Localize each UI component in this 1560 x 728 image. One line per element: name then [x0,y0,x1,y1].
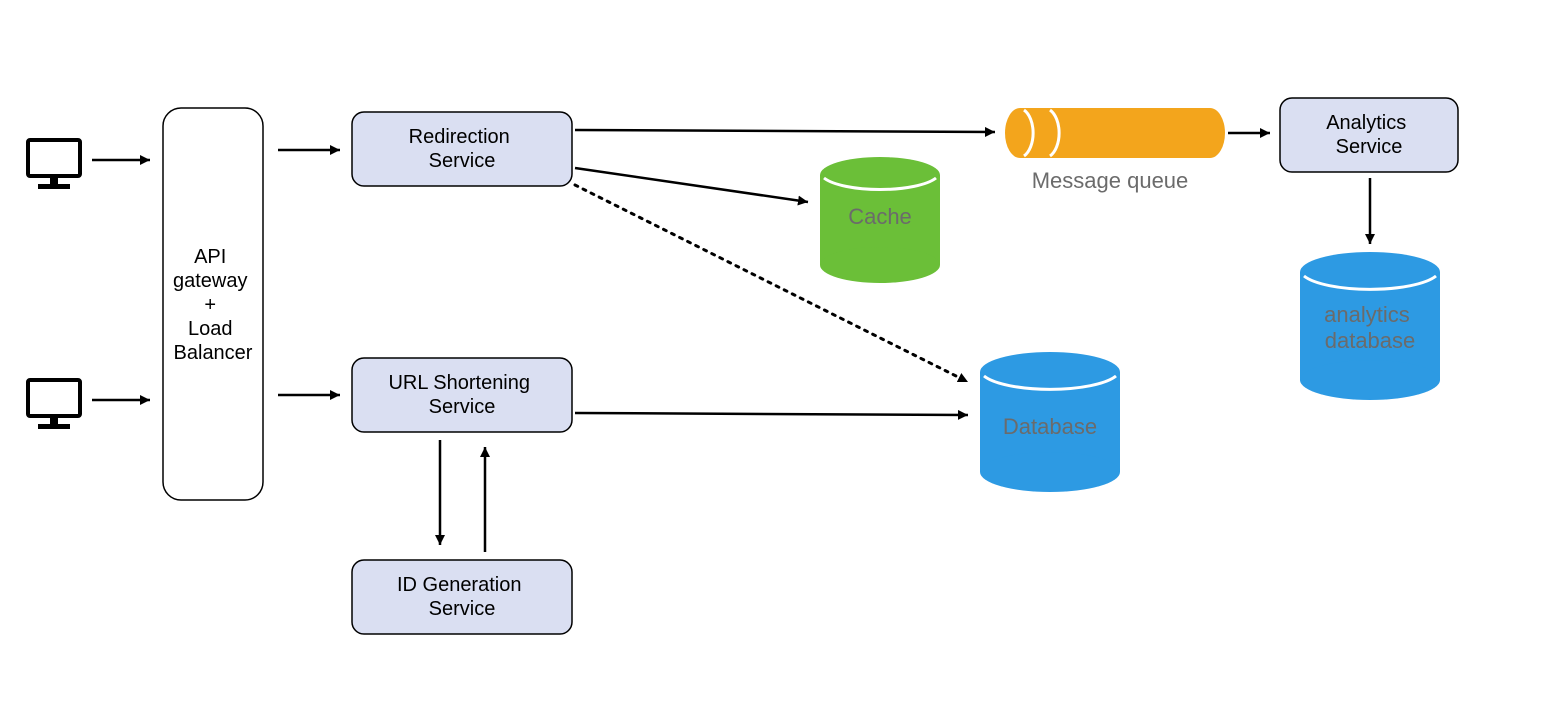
analytics-db-cylinder: analytics database [1300,252,1440,400]
arrow-urlshort-db [575,413,968,415]
cache-label: Cache [848,204,912,229]
arrow-redirection-mq [575,130,995,132]
redirection-service-box: Redirection Service [352,112,572,186]
client-icon-1 [28,140,80,189]
database-cylinder: Database [980,352,1120,492]
arrow-redirection-cache [575,168,808,202]
cache-cylinder: Cache [820,157,940,283]
id-generation-service-box: ID Generation Service [352,560,572,634]
database-label: Database [1003,414,1097,439]
url-shortening-service-box: URL Shortening Service [352,358,572,432]
client-icon-2 [28,380,80,429]
analytics-db-label: analytics database [1324,302,1416,353]
analytics-service-box: Analytics Service [1280,98,1458,172]
api-gateway-box: API gateway + Load Balancer [163,108,263,500]
message-queue-cylinder: Message queue [1005,108,1225,193]
message-queue-label: Message queue [1032,168,1189,193]
architecture-diagram: API gateway + Load Balancer Redirection … [0,0,1560,728]
